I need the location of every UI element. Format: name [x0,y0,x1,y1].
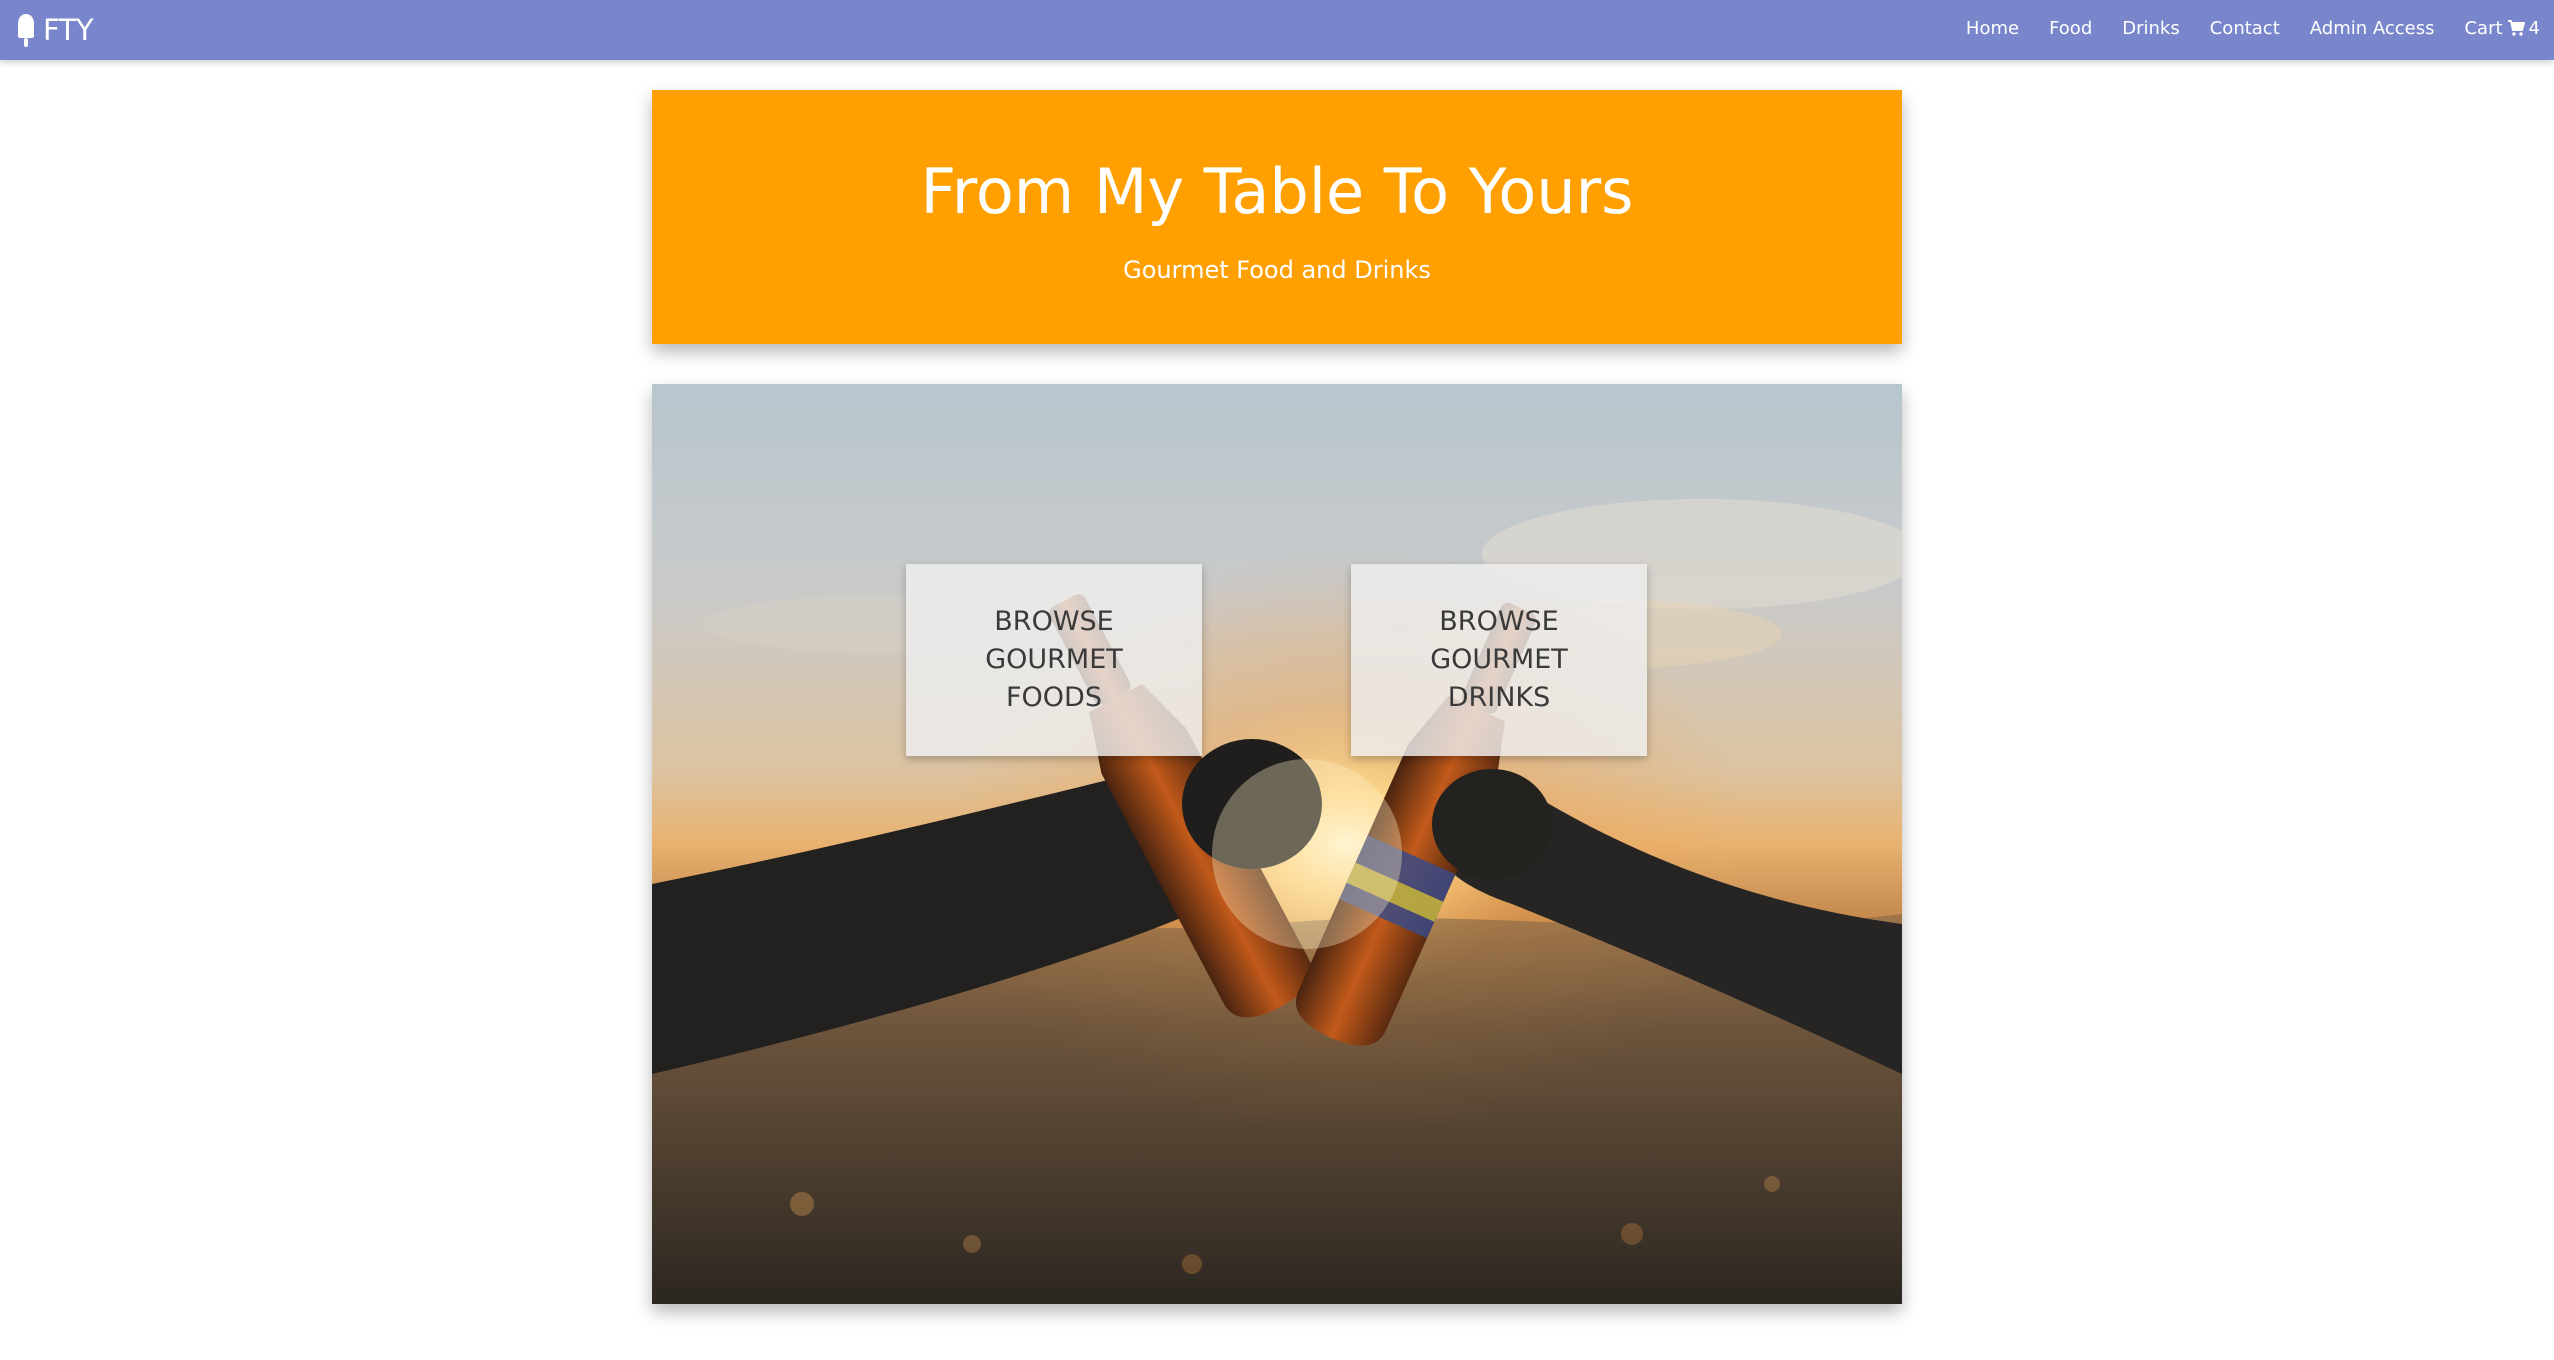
popsicle-icon [18,14,34,47]
cart-count: 4 [2528,17,2540,39]
hero-title: From My Table To Yours [920,155,1634,228]
brand-name: FTY [43,13,94,47]
cart-label: Cart [2464,17,2503,39]
brand-link[interactable]: FTY [15,6,94,54]
sunset-bottles-photo [652,384,1902,1304]
nav-link-home[interactable]: Home [1966,18,2019,39]
hero-banner: From My Table To Yours Gourmet Food and … [652,90,1902,344]
hero-subtitle: Gourmet Food and Drinks [1123,256,1431,284]
cart-icon [2507,20,2525,36]
featured-photo-card: BROWSE GOURMET FOODS BROWSE GOURMET DRIN… [652,384,1902,1304]
nav-link-drinks[interactable]: Drinks [2122,18,2179,39]
nav-link-contact[interactable]: Contact [2210,18,2280,39]
nav-link-cart[interactable]: Cart 4 [2464,18,2540,39]
nav-links: Home Food Drinks Contact Admin Access Ca… [1966,0,2540,56]
top-navbar: FTY Home Food Drinks Contact Admin Acces… [0,0,2554,60]
browse-foods-button[interactable]: BROWSE GOURMET FOODS [906,564,1202,756]
browse-drinks-button[interactable]: BROWSE GOURMET DRINKS [1351,564,1647,756]
nav-link-admin-access[interactable]: Admin Access [2310,18,2435,39]
nav-link-food[interactable]: Food [2049,18,2092,39]
